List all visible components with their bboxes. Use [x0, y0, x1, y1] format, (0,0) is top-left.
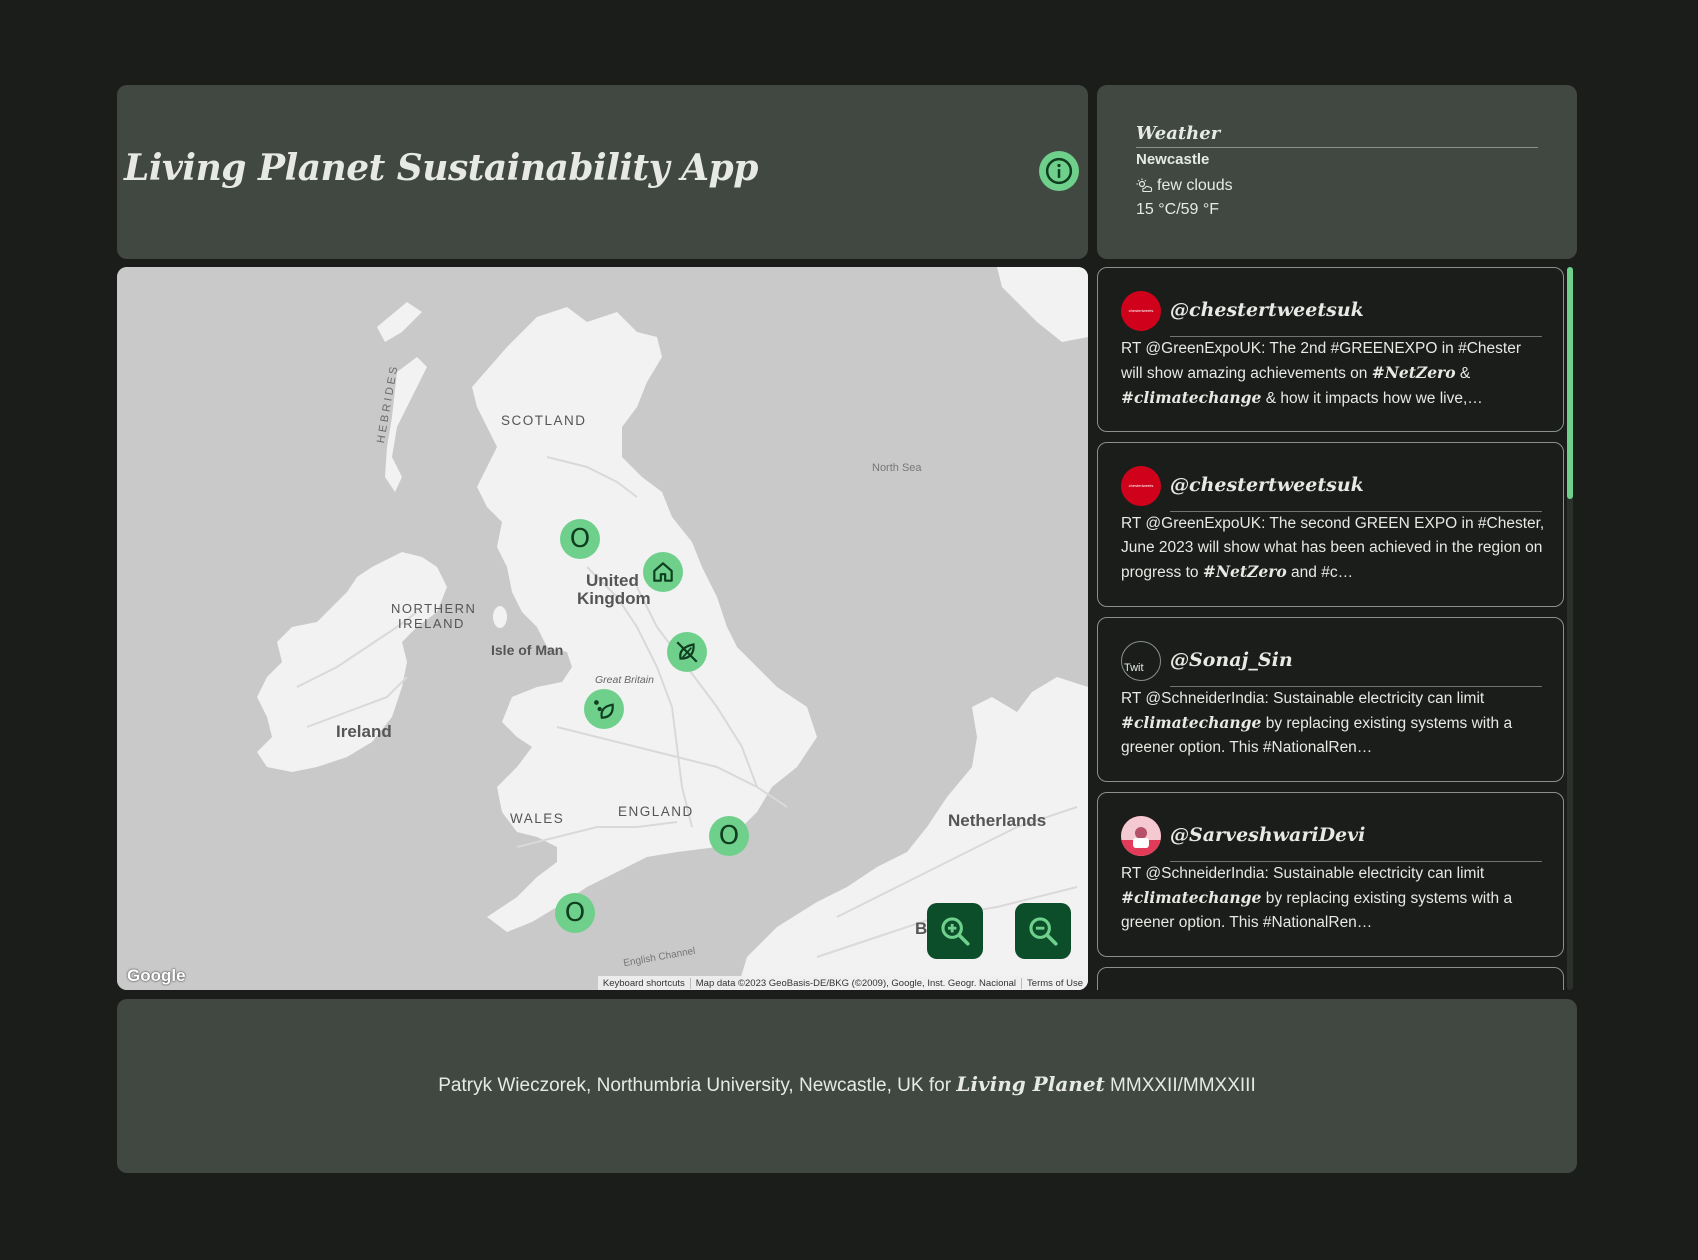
label-united-kingdom-2: Kingdom [577, 589, 651, 608]
marker-no-leaf[interactable] [667, 632, 707, 672]
tweet-feed[interactable]: chestertweets @chestertweetsuk RT @Green… [1097, 267, 1577, 990]
footer-credit: Patryk Wieczorek, Northumbria University… [438, 1072, 1256, 1096]
label-northern-ireland-1: NORTHERN [391, 601, 477, 616]
zoom-in-icon [941, 917, 970, 946]
weather-condition-text: few clouds [1157, 177, 1233, 194]
marker-london[interactable]: O [709, 816, 749, 856]
label-united-kingdom-1: United [586, 571, 639, 590]
label-scotland: SCOTLAND [501, 413, 587, 428]
tweet-handle[interactable]: @SarveshwariDevi [1170, 824, 1365, 846]
weather-panel: Weather Newcastle few clouds 15 °C/59 °F [1097, 85, 1577, 259]
home-icon [653, 562, 673, 582]
avatar[interactable] [1121, 816, 1161, 856]
avatar[interactable]: Twit [1121, 641, 1161, 681]
keyboard-shortcuts-link[interactable]: Keyboard shortcuts [598, 978, 690, 989]
tweet-handle[interactable]: @chestertweetsuk [1170, 299, 1364, 321]
weather-temperature: 15 °C/59 °F [1136, 201, 1220, 218]
avatar-image [1121, 816, 1161, 856]
tweet-card[interactable]: chestertweets @chestertweetsuk RT @Green… [1097, 442, 1564, 607]
zoom-in-button[interactable] [927, 903, 983, 959]
tweet-text: RT @SchneiderIndia: Sustainable electric… [1121, 690, 1513, 756]
weather-condition: few clouds [1136, 177, 1233, 195]
weather-city: Newcastle [1136, 151, 1210, 168]
label-northern-ireland-2: IRELAND [398, 616, 465, 631]
map[interactable]: SCOTLAND HEBRIDES North Sea NORTHERN IRE… [117, 267, 1088, 990]
eco-leaf-icon [594, 700, 614, 719]
terms-of-use-link[interactable]: Terms of Use [1021, 977, 1088, 989]
tweet-text: RT @GreenExpoUK: The second GREEN EXPO i… [1121, 515, 1545, 581]
tweet-card[interactable]: chestertweets @chestertweetsuk RT @Green… [1097, 267, 1564, 432]
crossed-leaf-icon [676, 641, 698, 663]
map-basemap[interactable] [117, 267, 1088, 990]
marker-cornwall[interactable]: O [555, 893, 595, 933]
zoom-out-button[interactable] [1015, 903, 1071, 959]
footer-panel: Patryk Wieczorek, Northumbria University… [117, 999, 1577, 1173]
label-north-sea: North Sea [872, 462, 922, 474]
tweet-handle[interactable]: @chestertweetsuk [1170, 474, 1364, 496]
zoom-out-icon [1029, 917, 1058, 946]
map-attribution: Keyboard shortcuts Map data ©2023 GeoBas… [597, 976, 1088, 990]
label-ireland: Ireland [336, 722, 392, 741]
header-panel: Living Planet Sustainability App [117, 85, 1088, 259]
marker-newcastle-home[interactable] [643, 552, 683, 592]
info-button[interactable] [1039, 151, 1079, 191]
label-isle-of-man: Isle of Man [491, 642, 564, 658]
tweet-card[interactable]: Twit @Sonaj_Sin RT @SchneiderIndia: Sust… [1097, 617, 1564, 782]
label-great-britain: Great Britain [595, 674, 654, 686]
tweet-text: RT @SchneiderIndia: Sustainable electric… [1121, 865, 1513, 931]
label-wales: WALES [510, 811, 565, 826]
weather-title: Weather [1136, 123, 1538, 148]
info-icon [1045, 157, 1073, 185]
tweet-card[interactable]: @SarveshwariDevi RT @SchneiderIndia: Sus… [1097, 792, 1564, 957]
scrollbar-thumb[interactable] [1567, 267, 1573, 499]
google-logo[interactable]: Google [127, 966, 186, 986]
cloud-sun-icon [1136, 178, 1153, 193]
label-belgium-partial: B [915, 919, 928, 938]
marker-eco[interactable] [584, 689, 624, 729]
tweet-card[interactable] [1097, 967, 1564, 990]
label-netherlands: Netherlands [948, 811, 1047, 830]
tweet-text: RT @GreenExpoUK: The 2nd #GREENEXPO in #… [1121, 340, 1521, 407]
label-england: ENGLAND [618, 804, 694, 819]
avatar[interactable]: chestertweets [1121, 291, 1161, 331]
isle-of-man-landmass [493, 606, 507, 628]
avatar[interactable]: chestertweets [1121, 466, 1161, 506]
map-data-text: Map data ©2023 GeoBasis-DE/BKG (©2009), … [689, 977, 1021, 989]
page-title: Living Planet Sustainability App [124, 147, 758, 189]
tweet-handle[interactable]: @Sonaj_Sin [1170, 649, 1293, 671]
marker-scotland-border[interactable]: O [560, 519, 600, 559]
